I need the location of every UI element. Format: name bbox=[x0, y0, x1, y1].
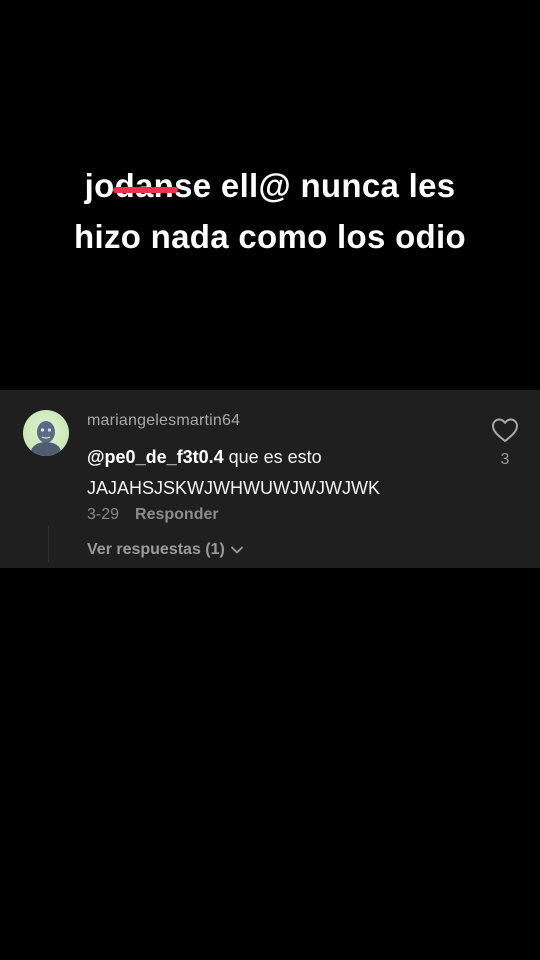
heart-outline-icon bbox=[492, 418, 518, 442]
avatar-icon bbox=[31, 421, 61, 456]
comment-text: @pe0_de_f3t0.4 que es esto JAJAHSJSKWJWH… bbox=[87, 442, 467, 504]
view-replies-button[interactable]: Ver respuestas (1) bbox=[87, 541, 245, 559]
caption-suffix: se ell@ nunca les bbox=[174, 167, 456, 204]
struck-word: dan bbox=[115, 160, 175, 211]
mention-link[interactable]: @pe0_de_f3t0.4 bbox=[87, 447, 224, 467]
strikethrough-mark bbox=[112, 186, 179, 193]
view-replies-label: Ver respuestas (1) bbox=[87, 541, 225, 558]
caption-prefix: jo bbox=[84, 167, 115, 204]
comment-meta: 3-29 Responder bbox=[87, 506, 219, 524]
struck-word-text: dan bbox=[114, 167, 175, 204]
avatar[interactable] bbox=[23, 410, 69, 456]
video-caption: jodanse ell@ nunca les hizo nada como lo… bbox=[20, 160, 520, 262]
comment-username[interactable]: mariangelesmartin64 bbox=[87, 412, 240, 430]
like-count: 3 bbox=[500, 451, 510, 468]
caption-line-1: jodanse ell@ nunca les bbox=[20, 160, 520, 211]
caption-line-2: hizo nada como los odio bbox=[74, 218, 466, 255]
like-button[interactable]: 3 bbox=[488, 416, 522, 469]
thread-divider bbox=[48, 526, 49, 562]
chevron-down-icon bbox=[230, 546, 243, 554]
comment-date: 3-29 bbox=[87, 506, 120, 523]
comment-panel: mariangelesmartin64 @pe0_de_f3t0.4 que e… bbox=[0, 390, 540, 568]
reply-button[interactable]: Responder bbox=[135, 506, 219, 524]
